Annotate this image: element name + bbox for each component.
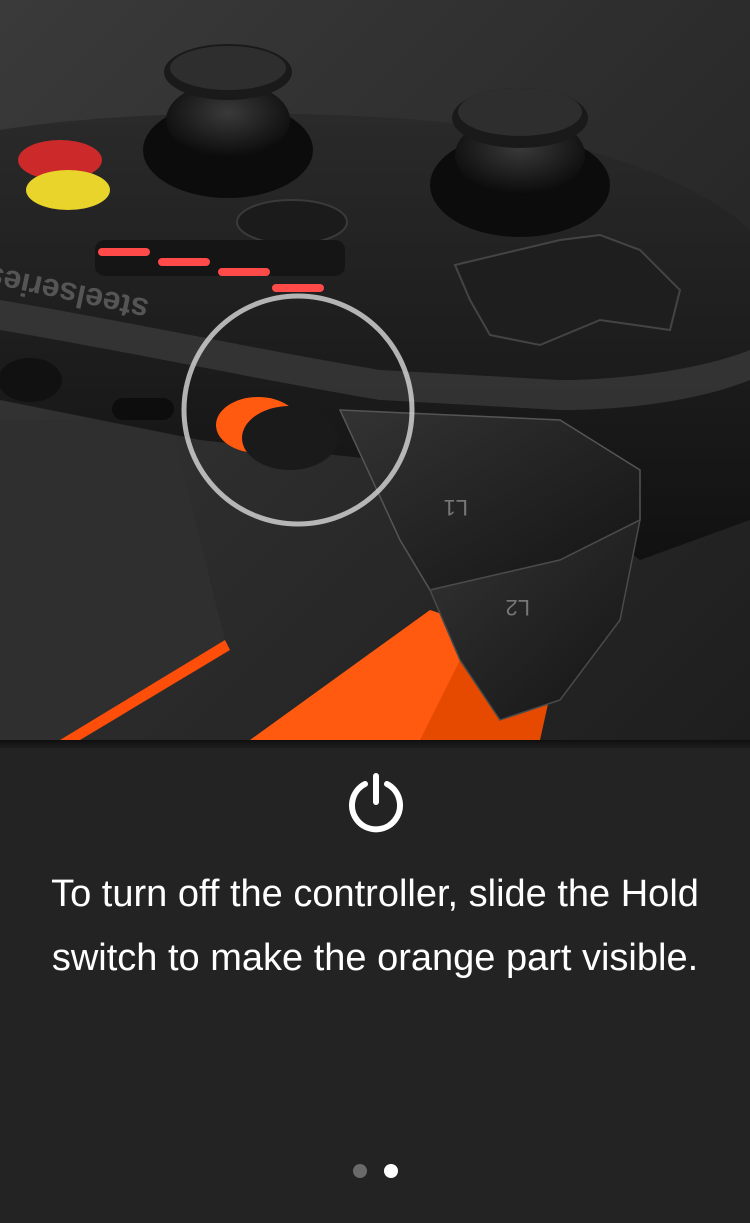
page-indicator[interactable] (0, 1164, 750, 1180)
l2-label: L2 (506, 595, 530, 620)
controller-hero-image: L1 L2 steelseries (0, 0, 750, 740)
image-divider (0, 740, 750, 748)
instruction-text: To turn off the controller, slide the Ho… (51, 873, 699, 979)
l1-label: L1 (444, 495, 468, 520)
page-dot-2-active[interactable] (383, 1164, 398, 1178)
page-dot-1[interactable] (352, 1164, 367, 1178)
controller-illustration: L1 L2 steelseries (0, 0, 750, 740)
power-icon (345, 772, 407, 834)
